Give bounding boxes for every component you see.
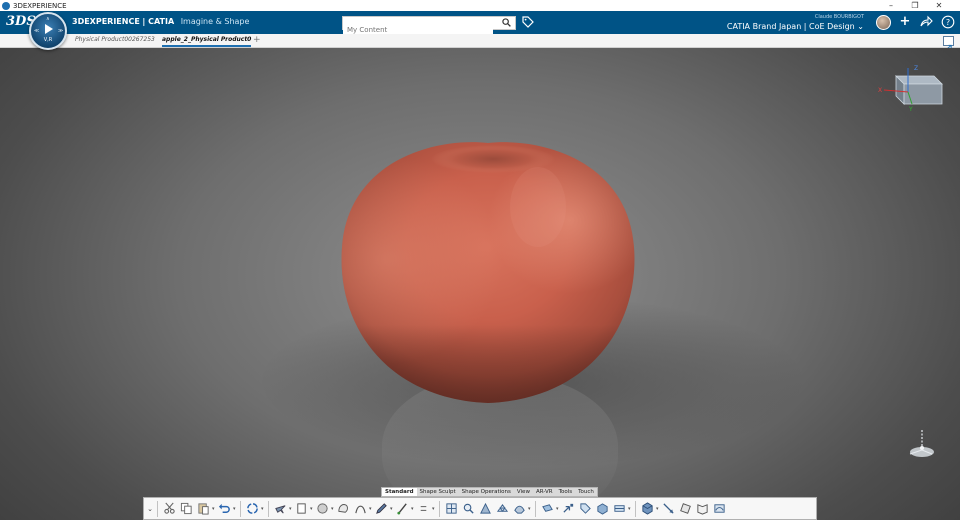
cube-icon[interactable] bbox=[640, 500, 655, 517]
separator bbox=[268, 500, 269, 517]
brand-label: 3DEXPERIENCE | CATIA Imagine & Shape bbox=[72, 17, 249, 26]
separator bbox=[635, 500, 636, 517]
compass-top-mark: ∧ bbox=[46, 16, 50, 22]
compass-right-mark: ≫ bbox=[58, 28, 64, 34]
sculpt-icon[interactable] bbox=[478, 500, 493, 517]
actionbar-collapse-icon[interactable]: ⌄ bbox=[146, 500, 154, 518]
brush-icon[interactable] bbox=[395, 500, 410, 517]
user-name: Claude BOURBIGOT bbox=[814, 14, 864, 20]
help-icon[interactable]: ? bbox=[941, 15, 955, 29]
dimension-icon[interactable] bbox=[661, 500, 676, 517]
mesh-icon[interactable] bbox=[495, 500, 510, 517]
compass-widget[interactable]: ∧ ≪ ≫ V,R bbox=[29, 12, 67, 50]
app-logo-icon bbox=[2, 1, 10, 10]
dropdown-icon[interactable]: ▾ bbox=[432, 506, 436, 512]
dropdown-icon[interactable]: ▾ bbox=[528, 506, 532, 512]
compass-left-mark: ≪ bbox=[34, 28, 40, 34]
robot-gizmo-icon[interactable] bbox=[904, 428, 940, 464]
dropdown-icon[interactable]: ▾ bbox=[390, 506, 394, 512]
brand-strong: 3DEXPERIENCE bbox=[72, 17, 140, 26]
curve-icon[interactable] bbox=[353, 500, 368, 517]
magnifier-icon[interactable] bbox=[461, 500, 476, 517]
dropdown-icon[interactable]: ▾ bbox=[289, 506, 293, 512]
dropdown-icon[interactable]: ▾ bbox=[656, 506, 660, 512]
section-tabs: Standard Shape Sculpt Shape Operations V… bbox=[381, 487, 598, 497]
minimize-icon[interactable]: – bbox=[880, 0, 902, 11]
section-tab-shape-sculpt[interactable]: Shape Sculpt bbox=[417, 488, 459, 496]
render-icon[interactable] bbox=[712, 500, 727, 517]
axis-z-label: Z bbox=[914, 65, 918, 72]
dropdown-icon[interactable]: ▾ bbox=[331, 506, 335, 512]
separator bbox=[157, 500, 158, 517]
section-tab-standard[interactable]: Standard bbox=[382, 488, 417, 496]
search-box[interactable] bbox=[342, 16, 516, 36]
equals-icon[interactable] bbox=[416, 500, 431, 517]
fullscreen-icon[interactable] bbox=[943, 36, 954, 52]
paste-icon[interactable] bbox=[196, 500, 211, 517]
3d-viewport[interactable]: Z X Y bbox=[0, 48, 960, 520]
maximize-icon[interactable]: ❐ bbox=[904, 0, 926, 11]
airplane-icon[interactable] bbox=[273, 500, 288, 517]
add-icon[interactable]: + bbox=[898, 15, 912, 29]
sketch-icon[interactable] bbox=[294, 500, 309, 517]
workspace-selector[interactable]: CATIA Brand Japan | CoE Design ⌄ bbox=[727, 22, 864, 31]
section-tab-tools[interactable]: Tools bbox=[556, 488, 576, 496]
top-bar: 3DS 3DEXPERIENCE | CATIA Imagine & Shape… bbox=[0, 11, 960, 36]
svg-text:?: ? bbox=[946, 18, 950, 27]
apple-model[interactable] bbox=[338, 137, 638, 405]
update-icon[interactable] bbox=[245, 500, 260, 517]
grab-icon[interactable] bbox=[678, 500, 693, 517]
section-tab-touch[interactable]: Touch bbox=[575, 488, 597, 496]
undo-icon[interactable] bbox=[217, 500, 232, 517]
tab-physical-product[interactable]: Physical Product00267253 bbox=[75, 36, 155, 47]
app-window: 3DEXPERIENCE – ❐ ✕ 3DS 3DEXPERIENCE | CA… bbox=[0, 0, 960, 520]
patch-icon[interactable] bbox=[612, 500, 627, 517]
arrow-icon[interactable] bbox=[561, 500, 576, 517]
window-title: 3DEXPERIENCE bbox=[13, 1, 67, 10]
action-bar: ⌄ ▾ ▾ ▾ ▾ ▾ ▾ ▾ ▾ ▾ ▾ ▾ ▾ ▾ ▾ bbox=[143, 497, 817, 520]
surface-icon[interactable] bbox=[512, 500, 527, 517]
plane-icon[interactable] bbox=[540, 500, 555, 517]
subdivision-icon[interactable] bbox=[336, 500, 351, 517]
tab-apple-product[interactable]: apple_2_Physical Product0 bbox=[162, 36, 252, 47]
box-icon[interactable] bbox=[595, 500, 610, 517]
compass-label: V,R bbox=[43, 37, 53, 43]
axis-x-label: X bbox=[878, 87, 882, 94]
app-name: Imagine & Shape bbox=[180, 17, 250, 26]
tag-icon[interactable] bbox=[522, 16, 534, 28]
dropdown-icon[interactable]: ▾ bbox=[411, 506, 415, 512]
window-titlebar: 3DEXPERIENCE – ❐ ✕ bbox=[0, 0, 960, 11]
dropdown-icon[interactable]: ▾ bbox=[212, 506, 216, 512]
pencil-icon[interactable] bbox=[374, 500, 389, 517]
section-tab-view[interactable]: View bbox=[514, 488, 533, 496]
avatar[interactable] bbox=[876, 15, 891, 30]
search-icon[interactable] bbox=[502, 18, 511, 27]
section-tab-ar-vr[interactable]: AR-VR bbox=[533, 488, 556, 496]
grid-icon[interactable] bbox=[444, 500, 459, 517]
section-tab-shape-operations[interactable]: Shape Operations bbox=[459, 488, 514, 496]
separator bbox=[439, 500, 440, 517]
dropdown-icon[interactable]: ▾ bbox=[369, 506, 373, 512]
copy-icon[interactable] bbox=[179, 500, 194, 517]
separator bbox=[240, 500, 241, 517]
add-tab-icon[interactable]: + bbox=[253, 35, 261, 45]
close-icon[interactable]: ✕ bbox=[928, 0, 950, 11]
tag-icon[interactable] bbox=[578, 500, 593, 517]
dropdown-icon[interactable]: ▾ bbox=[233, 506, 237, 512]
book-icon[interactable] bbox=[695, 500, 710, 517]
view-cube[interactable]: Z X Y bbox=[868, 62, 948, 112]
cut-icon[interactable] bbox=[162, 500, 177, 517]
dropdown-icon[interactable]: ▾ bbox=[261, 506, 265, 512]
separator bbox=[535, 500, 536, 517]
share-icon[interactable] bbox=[919, 15, 933, 29]
brand-app: | CATIA bbox=[142, 17, 175, 26]
axis-y-label: Y bbox=[908, 106, 913, 112]
tab-bar: Physical Product00267253 apple_2_Physica… bbox=[0, 34, 960, 52]
sphere-icon[interactable] bbox=[315, 500, 330, 517]
dropdown-icon[interactable]: ▾ bbox=[556, 506, 560, 512]
dropdown-icon[interactable]: ▾ bbox=[628, 506, 632, 512]
workspace-label: CATIA Brand Japan | CoE Design bbox=[726, 22, 855, 31]
play-icon[interactable] bbox=[45, 24, 53, 34]
dropdown-icon[interactable]: ▾ bbox=[310, 506, 314, 512]
